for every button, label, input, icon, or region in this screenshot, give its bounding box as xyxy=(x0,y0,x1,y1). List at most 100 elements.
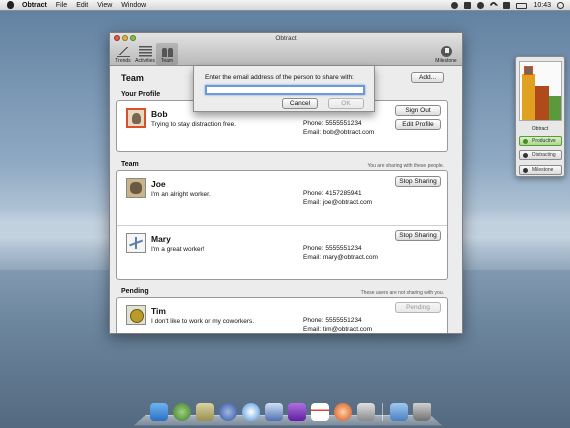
toolbar-milestone-label: Milestone xyxy=(435,58,457,64)
cancel-button[interactable]: Cancel xyxy=(282,98,318,109)
person-name: Tim xyxy=(151,306,166,316)
mail-icon[interactable] xyxy=(196,403,214,421)
distracting-label: Distracting xyxy=(532,152,556,158)
productive-label: Productive xyxy=(532,138,556,144)
person-status: I don't like to work or my coworkers. xyxy=(151,318,255,325)
person-name: Joe xyxy=(151,179,166,189)
obtract-widget: Obtract Productive Distracting Milestone xyxy=(515,56,565,177)
person-name: Bob xyxy=(151,109,168,119)
menu-extras: 10:43 xyxy=(451,0,564,11)
window-title: Obtract xyxy=(275,35,297,42)
menu-view[interactable]: View xyxy=(97,2,112,9)
dock-icons xyxy=(150,403,431,421)
music-icon[interactable] xyxy=(334,403,352,421)
sheet-prompt: Enter the email address of the person to… xyxy=(205,74,354,81)
person-name: Mary xyxy=(151,234,171,244)
dashboard-icon[interactable] xyxy=(173,403,191,421)
person-phone: Phone: 5555551234 xyxy=(303,245,362,252)
avatar xyxy=(126,233,146,253)
widget-productive-bar xyxy=(549,96,561,120)
stop-sharing-button[interactable]: Stop Sharing xyxy=(395,176,441,187)
widget-avatar xyxy=(524,66,533,75)
wifi-icon[interactable] xyxy=(489,0,499,11)
list-item: Joe I'm an alright worker. Phone: 415728… xyxy=(117,171,447,225)
avatar xyxy=(126,108,146,128)
distracting-button[interactable]: Distracting xyxy=(519,150,562,160)
dock-separator xyxy=(382,403,383,421)
toolbar-team-button[interactable]: Team xyxy=(156,43,178,65)
team-section-note: You are sharing with these people. xyxy=(367,163,444,169)
finder-icon[interactable] xyxy=(150,403,168,421)
itunes-icon[interactable] xyxy=(288,403,306,421)
ok-button[interactable]: OK xyxy=(328,98,364,109)
menu-file[interactable]: File xyxy=(56,2,67,9)
list-item: Mary I'm a great worker! Phone: 55555512… xyxy=(117,226,447,280)
productive-icon xyxy=(523,139,528,144)
distracting-icon xyxy=(523,153,528,158)
stop-sharing-button[interactable]: Stop Sharing xyxy=(395,230,441,241)
safari-icon[interactable] xyxy=(242,403,260,421)
widget-distracting-bar xyxy=(535,86,549,120)
pending-section-header: Pending xyxy=(121,288,149,295)
obtract-tray-icon[interactable] xyxy=(451,2,459,9)
toolbar-activities-label: Activities xyxy=(135,58,155,64)
apple-icon[interactable] xyxy=(7,1,14,9)
time-machine-icon[interactable] xyxy=(477,2,485,9)
pending-button: Pending xyxy=(395,302,441,313)
person-status: I'm a great worker! xyxy=(151,246,205,253)
toolbar-milestone-button[interactable]: Milestone xyxy=(434,43,458,65)
spotlight-search-icon[interactable] xyxy=(557,2,564,9)
email-field[interactable] xyxy=(205,85,365,95)
menu-clock[interactable]: 10:43 xyxy=(533,2,551,9)
expose-icon[interactable] xyxy=(219,403,237,421)
add-button[interactable]: Add... xyxy=(411,72,444,83)
widget-neutral-bar xyxy=(522,74,535,120)
sign-out-button[interactable]: Sign Out xyxy=(395,105,441,116)
menu-bar: Obtract File Edit View Window 10:43 xyxy=(0,0,570,11)
person-phone: Phone: 5555551234 xyxy=(303,120,362,127)
menu-edit[interactable]: Edit xyxy=(76,2,88,9)
pending-actions: Pending xyxy=(395,302,441,313)
person-phone: Phone: 5555551234 xyxy=(303,317,362,324)
member-actions: Stop Sharing xyxy=(395,176,441,187)
person-status: Trying to stay distraction free. xyxy=(151,121,237,128)
page-title: Team xyxy=(121,73,144,83)
your-profile-header: Your Profile xyxy=(121,91,161,98)
profile-actions: Sign Out Edit Profile xyxy=(395,105,441,130)
window-toolbar: Trends Activities Team xyxy=(112,43,178,65)
milestone-icon xyxy=(440,46,452,57)
toolbar-trends-label: Trends xyxy=(115,58,131,64)
person-email: Email: bob@obtract.com xyxy=(303,129,375,136)
volume-icon[interactable] xyxy=(503,2,511,9)
milestone-widget-label: Milestone xyxy=(532,167,554,173)
milestone-widget-button[interactable]: Milestone xyxy=(519,165,562,175)
person-phone: Phone: 4157285941 xyxy=(303,190,362,197)
sheet-buttons: Cancel OK xyxy=(282,98,364,109)
window-titlebar[interactable]: Obtract Trends Activities Team Milestone xyxy=(110,33,462,66)
dock xyxy=(133,396,443,428)
bluetooth-icon[interactable] xyxy=(464,2,472,9)
toolbar-activities-button[interactable]: Activities xyxy=(134,43,156,65)
widget-title: Obtract xyxy=(531,126,549,132)
battery-icon[interactable] xyxy=(516,2,528,9)
calendar-icon[interactable] xyxy=(311,403,329,421)
edit-profile-button[interactable]: Edit Profile xyxy=(395,119,441,130)
toolbar-trends-button[interactable]: Trends xyxy=(112,43,134,65)
preview-icon[interactable] xyxy=(265,403,283,421)
trash-icon[interactable] xyxy=(413,403,431,421)
downloads-folder-icon[interactable] xyxy=(390,403,408,421)
trends-icon xyxy=(116,46,130,57)
menu-window[interactable]: Window xyxy=(121,2,146,9)
productive-button[interactable]: Productive xyxy=(519,136,562,146)
team-section-header: Team xyxy=(121,161,139,168)
team-card: Joe I'm an alright worker. Phone: 415728… xyxy=(116,170,448,280)
person-email: Email: mary@obtract.com xyxy=(303,254,378,261)
system-preferences-icon[interactable] xyxy=(357,403,375,421)
menu-app-name[interactable]: Obtract xyxy=(22,2,47,9)
pending-card: Tim I don't like to work or my coworkers… xyxy=(116,297,448,333)
activities-icon xyxy=(138,46,152,57)
list-item: Tim I don't like to work or my coworkers… xyxy=(117,298,447,333)
person-email: Email: tim@obtract.com xyxy=(303,326,373,333)
widget-chart xyxy=(519,61,562,121)
pending-section-note: These users are not sharing with you. xyxy=(360,290,444,296)
